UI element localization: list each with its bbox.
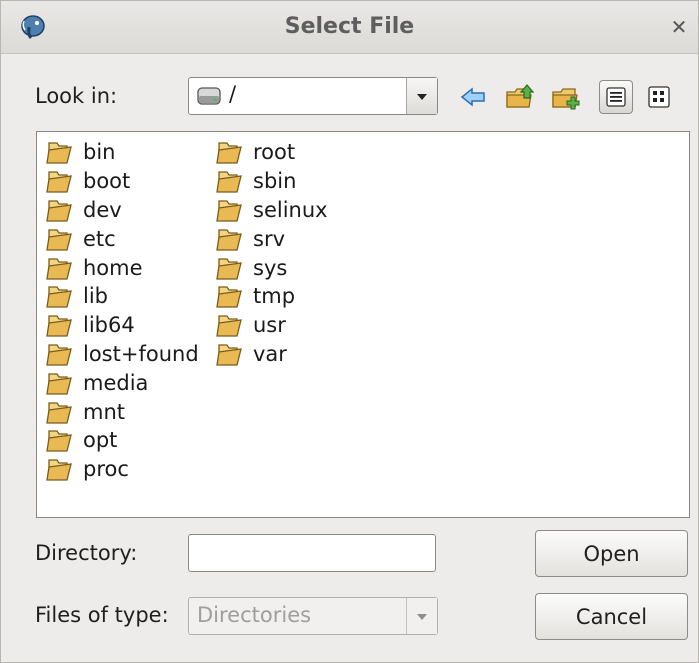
list-item-label: tmp bbox=[253, 284, 296, 309]
folder-icon bbox=[46, 229, 72, 251]
list-item[interactable]: proc bbox=[45, 455, 199, 484]
close-icon[interactable]: ✕ bbox=[668, 16, 690, 38]
list-item[interactable]: selinux bbox=[215, 196, 328, 225]
folder-icon bbox=[216, 142, 242, 165]
files-of-type-label: Files of type: bbox=[35, 603, 169, 627]
list-item[interactable]: lost+found bbox=[45, 340, 199, 369]
file-list-column-1: bin boot dev etc home lib lib64 lost+found media… bbox=[45, 138, 199, 484]
list-item-label: root bbox=[253, 140, 296, 165]
list-item-label: home bbox=[83, 255, 143, 280]
list-item[interactable]: etc bbox=[45, 224, 199, 253]
look-in-label: Look in: bbox=[35, 84, 118, 108]
list-item-label: srv bbox=[253, 226, 286, 251]
files-of-type-combo[interactable]: Directories bbox=[188, 597, 438, 635]
list-item[interactable]: lib64 bbox=[45, 311, 199, 340]
list-item[interactable]: srv bbox=[215, 224, 328, 253]
directory-label: Directory: bbox=[35, 541, 138, 565]
open-button[interactable]: Open bbox=[535, 530, 688, 577]
list-item[interactable]: sys bbox=[215, 253, 328, 282]
list-item-label: selinux bbox=[253, 197, 328, 222]
folder-icon bbox=[216, 229, 242, 251]
list-item-label: usr bbox=[253, 313, 286, 338]
list-item[interactable]: tmp bbox=[215, 282, 328, 311]
drive-icon bbox=[197, 87, 221, 105]
list-item-label: var bbox=[253, 341, 287, 366]
list-item[interactable]: home bbox=[45, 253, 199, 282]
select-file-dialog: Select File ✕ Look in: / bin boot dev et… bbox=[0, 0, 699, 663]
list-item[interactable]: bin bbox=[45, 138, 199, 167]
folder-icon bbox=[46, 401, 72, 424]
list-view-button[interactable] bbox=[599, 80, 633, 114]
folder-icon bbox=[216, 200, 242, 222]
list-item-label: mnt bbox=[83, 399, 125, 424]
directory-input[interactable] bbox=[188, 534, 436, 572]
back-arrow-icon bbox=[460, 87, 485, 107]
cancel-button[interactable]: Cancel bbox=[535, 593, 688, 640]
files-of-type-value: Directories bbox=[197, 603, 312, 627]
list-item-label: media bbox=[83, 370, 149, 395]
folder-icon bbox=[216, 286, 242, 309]
list-item[interactable]: boot bbox=[45, 167, 199, 196]
list-item[interactable]: media bbox=[45, 368, 199, 397]
list-item-label: lib64 bbox=[83, 313, 135, 338]
list-item[interactable]: root bbox=[215, 138, 328, 167]
list-item[interactable]: sbin bbox=[215, 167, 328, 196]
list-item-label: opt bbox=[83, 428, 118, 453]
files-of-type-dropdown-button[interactable] bbox=[406, 598, 437, 634]
grid-view-icon bbox=[648, 86, 670, 108]
folder-icon bbox=[46, 315, 72, 337]
folder-icon bbox=[46, 257, 72, 280]
folder-icon bbox=[46, 459, 72, 481]
list-item-label: sys bbox=[253, 255, 288, 280]
file-list-column-2: root sbin selinux srv sys tmp usr var bbox=[215, 138, 328, 368]
chevron-down-icon bbox=[417, 94, 427, 100]
folder-icon bbox=[216, 344, 242, 366]
title-bar[interactable]: Select File ✕ bbox=[1, 1, 698, 54]
look-in-dropdown-button[interactable] bbox=[406, 78, 437, 114]
folder-icon bbox=[46, 142, 72, 165]
list-item-label: sbin bbox=[253, 169, 297, 194]
list-view-icon bbox=[606, 87, 626, 107]
folder-icon bbox=[46, 286, 72, 309]
new-folder-button[interactable] bbox=[550, 81, 582, 113]
list-item-label: lost+found bbox=[83, 341, 199, 366]
chevron-down-icon bbox=[417, 614, 427, 620]
up-folder-button[interactable] bbox=[504, 81, 536, 113]
back-button[interactable] bbox=[457, 81, 489, 113]
list-item-label: boot bbox=[83, 169, 131, 194]
dialog-title: Select File bbox=[284, 14, 415, 39]
list-item[interactable]: dev bbox=[45, 196, 199, 225]
folder-icon bbox=[46, 171, 72, 193]
list-item[interactable]: usr bbox=[215, 311, 328, 340]
look-in-combo[interactable]: / bbox=[188, 77, 438, 115]
folder-icon bbox=[46, 373, 72, 395]
list-item[interactable]: opt bbox=[45, 426, 199, 455]
look-in-value: / bbox=[229, 82, 237, 106]
folder-icon bbox=[216, 257, 242, 280]
folder-icon bbox=[216, 315, 242, 337]
file-list[interactable]: bin boot dev etc home lib lib64 lost+found media… bbox=[36, 131, 690, 518]
list-item-label: dev bbox=[83, 197, 122, 222]
folder-icon bbox=[216, 171, 242, 193]
folder-up-icon bbox=[506, 84, 535, 108]
folder-new-icon bbox=[552, 88, 580, 110]
list-item-label: proc bbox=[83, 457, 129, 482]
list-item-label: lib bbox=[83, 284, 108, 309]
details-view-button[interactable] bbox=[643, 81, 675, 113]
list-item[interactable]: lib bbox=[45, 282, 199, 311]
folder-icon bbox=[46, 430, 72, 453]
list-item[interactable]: var bbox=[215, 340, 328, 369]
list-item[interactable]: mnt bbox=[45, 397, 199, 426]
list-item-label: bin bbox=[83, 140, 116, 165]
list-item-label: etc bbox=[83, 226, 116, 251]
folder-icon bbox=[46, 344, 72, 366]
folder-icon bbox=[46, 200, 72, 222]
